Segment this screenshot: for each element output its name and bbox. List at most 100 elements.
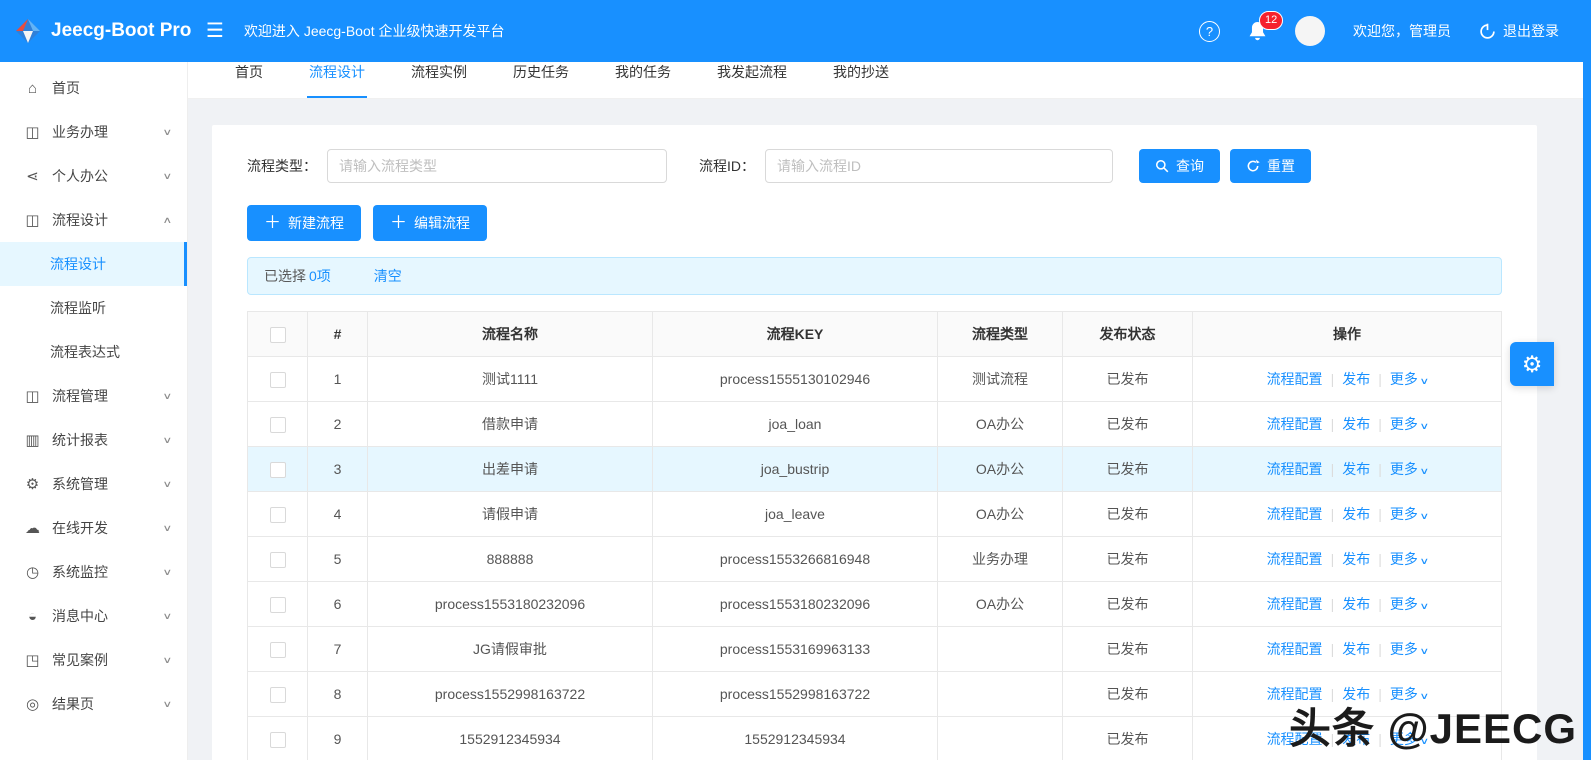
action-divider: | (1378, 596, 1382, 612)
search-button[interactable]: 查询 (1139, 149, 1220, 183)
action-divider: | (1330, 506, 1335, 522)
avatar[interactable] (1295, 16, 1325, 46)
row-action-0[interactable]: 流程配置 (1267, 551, 1323, 567)
logout-icon (1480, 23, 1495, 39)
row-index: 4 (307, 491, 368, 537)
process-type-input[interactable] (327, 149, 667, 183)
chevron-down-icon: ∨ (162, 566, 173, 577)
help-icon[interactable]: ? (1199, 20, 1220, 42)
sidebar-item-1[interactable]: ◫ 业务办理 ∨ (0, 110, 187, 154)
table-row: 3 出差申请 joa_bustrip OA办公 已发布 流程配置 | 发布 | 更多∨ (247, 446, 1502, 492)
chevron-down-icon: ∨ (1419, 421, 1430, 431)
row-checkbox[interactable] (269, 461, 286, 478)
row-action-0[interactable]: 流程配置 (1267, 461, 1323, 477)
row-index: 6 (307, 581, 368, 627)
toolbar-row: ＋ 新建流程 ＋ 编辑流程 (247, 205, 1502, 241)
sidebar-item-4[interactable]: ◫ 流程管理 ∨ (0, 374, 187, 418)
sidebar-item-5[interactable]: ▥ 统计报表 ∨ (0, 418, 187, 462)
home-icon: ⌂ (27, 79, 38, 97)
chevron-down-icon: ∨ (1419, 466, 1430, 476)
row-checkbox[interactable] (269, 506, 286, 523)
row-action-2[interactable]: 更多 (1390, 596, 1418, 612)
notifications-button[interactable]: 12 (1248, 10, 1284, 42)
chevron-down-icon: ∨ (1419, 646, 1430, 656)
row-index: 5 (307, 536, 368, 582)
tab-6[interactable]: 我的抄送 (831, 62, 891, 98)
row-action-2[interactable]: 更多 (1390, 551, 1418, 567)
sidebar-subitem-0[interactable]: 流程设计 (0, 242, 187, 286)
row-action-1[interactable]: 发布 (1342, 641, 1370, 657)
process-type: OA办公 (937, 491, 1063, 537)
row-checkbox[interactable] (269, 371, 286, 388)
chevron-down-icon: ∨ (162, 610, 173, 621)
sidebar-item-2[interactable]: ⋖ 个人办公 ∨ (0, 154, 187, 198)
sidebar-item-0[interactable]: ⌂ 首页 (0, 66, 187, 110)
row-action-2[interactable]: 更多 (1390, 416, 1418, 432)
bar-chart-icon: ▥ (25, 432, 40, 449)
new-process-button[interactable]: ＋ 新建流程 (247, 205, 361, 241)
row-action-2[interactable]: 更多 (1390, 506, 1418, 522)
content-column: 首页 流程设计 流程实例 历史任务 我的任务 我发起流程 我的抄送 流程类型： 流程ID： … (188, 62, 1591, 760)
row-action-1[interactable]: 发布 (1342, 506, 1370, 522)
row-action-0[interactable]: 流程配置 (1267, 416, 1323, 432)
row-checkbox[interactable] (269, 641, 286, 658)
sidebar-item-8[interactable]: ◷ 系统监控 ∨ (0, 550, 187, 594)
row-action-0[interactable]: 流程配置 (1267, 596, 1323, 612)
row-action-1[interactable]: 发布 (1342, 416, 1370, 432)
tab-3[interactable]: 历史任务 (511, 62, 571, 98)
chevron-down-icon: ∨ (162, 390, 173, 401)
select-all-checkbox[interactable] (269, 326, 286, 343)
row-checkbox[interactable] (269, 731, 286, 748)
row-action-0[interactable]: 流程配置 (1267, 641, 1323, 657)
sidebar-item-11[interactable]: ◎ 结果页 ∨ (0, 682, 187, 726)
tab-2[interactable]: 流程实例 (409, 62, 469, 98)
sidebar-subitem-1[interactable]: 流程监听 (0, 286, 187, 330)
sidebar-item-7[interactable]: ☁ 在线开发 ∨ (0, 506, 187, 550)
process-key: 1552912345934 (652, 716, 938, 760)
action-divider: | (1330, 461, 1335, 477)
process-name: 请假申请 (367, 491, 653, 537)
row-index: 3 (307, 446, 368, 492)
row-action-1[interactable]: 发布 (1342, 551, 1370, 567)
sidebar-item-6[interactable]: ⚙ 系统管理 ∨ (0, 462, 187, 506)
clear-selection-link[interactable]: 清空 (374, 266, 402, 286)
row-checkbox-cell (247, 356, 308, 402)
publish-status: 已发布 (1062, 716, 1193, 760)
row-checkbox[interactable] (269, 686, 286, 703)
row-action-2[interactable]: 更多 (1390, 461, 1418, 477)
tab-0[interactable]: 首页 (233, 62, 265, 98)
row-checkbox[interactable] (269, 416, 286, 433)
sidebar-subitem-2[interactable]: 流程表达式 (0, 330, 187, 374)
tab-1[interactable]: 流程设计 (307, 62, 367, 98)
tab-4[interactable]: 我的任务 (613, 62, 673, 98)
edit-process-button[interactable]: ＋ 编辑流程 (373, 205, 487, 241)
row-actions: 流程配置 | 发布 | 更多∨ (1192, 581, 1502, 627)
sidebar-item-3[interactable]: ◫ 流程设计 ∧ (0, 198, 187, 242)
search-button-label: 查询 (1176, 158, 1204, 174)
row-checkbox[interactable] (269, 596, 286, 613)
row-action-2[interactable]: 更多 (1390, 641, 1418, 657)
scrollbar-rail[interactable] (1583, 62, 1591, 760)
row-action-0[interactable]: 流程配置 (1267, 506, 1323, 522)
action-divider: | (1378, 551, 1382, 567)
action-divider: | (1378, 461, 1382, 477)
settings-drawer-button[interactable]: ⚙ (1510, 342, 1554, 386)
tab-5[interactable]: 我发起流程 (715, 62, 789, 98)
reset-button[interactable]: 重置 (1230, 149, 1311, 183)
row-action-1[interactable]: 发布 (1342, 596, 1370, 612)
action-divider: | (1378, 371, 1382, 387)
row-action-2[interactable]: 更多 (1390, 371, 1418, 387)
sidebar-item-9[interactable]: ◒ 消息中心 ∨ (0, 594, 187, 638)
process-id-input[interactable] (765, 149, 1113, 183)
row-action-1[interactable]: 发布 (1342, 371, 1370, 387)
logout-button[interactable]: 退出登录 (1479, 21, 1559, 41)
table-row: 4 请假申请 joa_leave OA办公 已发布 流程配置 | 发布 | 更多∨ (247, 491, 1502, 537)
row-checkbox[interactable] (269, 551, 286, 568)
row-action-0[interactable]: 流程配置 (1267, 371, 1323, 387)
menu-fold-icon[interactable]: ☰ (206, 21, 224, 41)
app-logo[interactable]: Jeecg-Boot Pro (0, 17, 192, 45)
sidebar-item-10[interactable]: ◳ 常见案例 ∨ (0, 638, 187, 682)
process-type: OA办公 (937, 581, 1063, 627)
row-action-1[interactable]: 发布 (1342, 461, 1370, 477)
plus-icon: ＋ (390, 212, 407, 232)
